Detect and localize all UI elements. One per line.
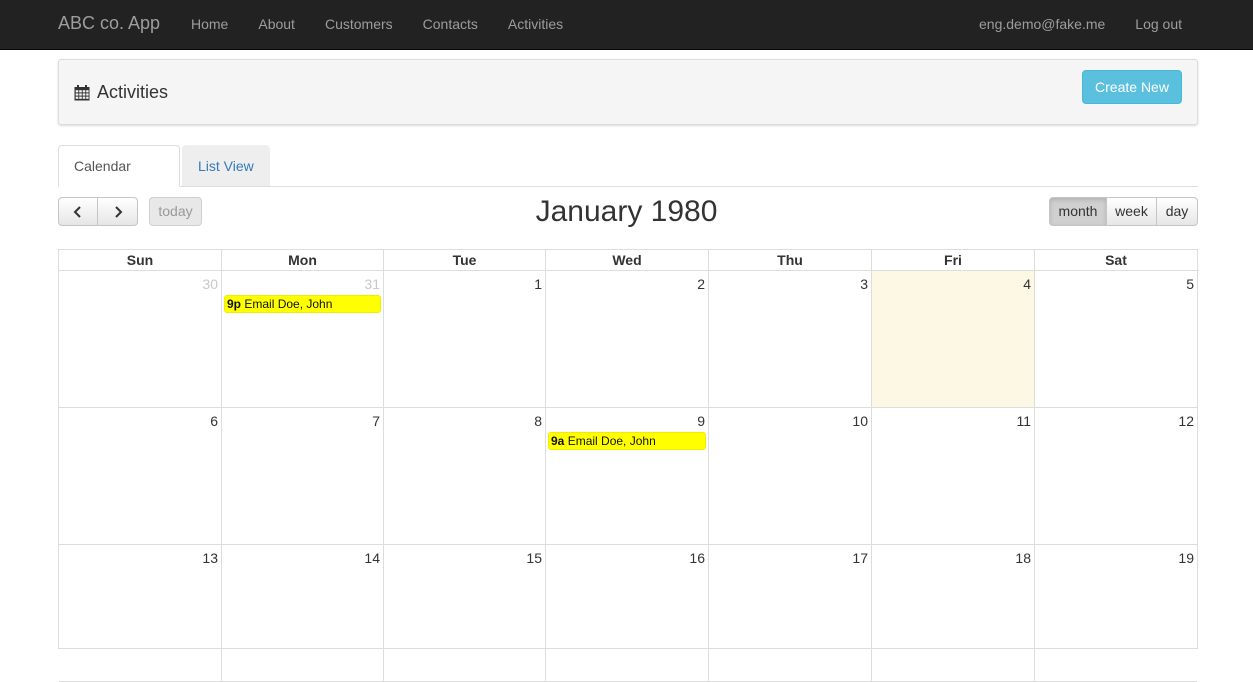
day-number: 14: [364, 550, 380, 566]
day-cell[interactable]: 19: [1035, 545, 1197, 682]
day-number: 17: [852, 550, 868, 566]
month-view-button[interactable]: month: [1049, 197, 1107, 226]
day-number: 19: [1178, 550, 1194, 566]
day-cell[interactable]: 9 9a Email Doe, John: [546, 408, 709, 545]
user-nav: eng.demo@fake.me Log out: [964, 0, 1197, 50]
day-number: 8: [534, 413, 542, 429]
day-cell[interactable]: 15: [384, 545, 546, 682]
day-cell[interactable]: 7: [222, 408, 384, 545]
create-new-button[interactable]: Create New: [1082, 70, 1182, 104]
brand-link[interactable]: ABC co. App: [58, 13, 160, 34]
day-number: 3: [860, 276, 868, 292]
day-number: 1: [534, 276, 542, 292]
day-number: 12: [1178, 413, 1194, 429]
nav-activities[interactable]: Activities: [493, 0, 578, 50]
nav-contacts[interactable]: Contacts: [408, 0, 493, 50]
weekday-fri: Fri: [872, 250, 1035, 270]
event-time: 9a: [551, 434, 565, 448]
day-number: 2: [697, 276, 705, 292]
calendar-grid: Sun Mon Tue Wed Thu Fri Sat 30 31 9p Email Doe, …: [58, 249, 1199, 682]
day-cell[interactable]: 12: [1035, 408, 1197, 545]
day-view-button[interactable]: day: [1156, 197, 1198, 226]
day-number: 13: [202, 550, 218, 566]
weekday-wed: Wed: [546, 250, 709, 270]
weekday-tue: Tue: [384, 250, 546, 270]
nav-about[interactable]: About: [243, 0, 310, 50]
day-number: 15: [526, 550, 542, 566]
nav-home[interactable]: Home: [176, 0, 243, 50]
weekday-thu: Thu: [709, 250, 872, 270]
event-title: Email Doe, John: [567, 434, 656, 448]
day-cell[interactable]: 14: [222, 545, 384, 682]
view-tabs: Calendar View List View: [58, 145, 1198, 214]
day-number: 7: [372, 413, 380, 429]
day-cell[interactable]: 11: [872, 408, 1035, 545]
weekday-sun: Sun: [59, 250, 222, 270]
page-title: Activities: [74, 82, 168, 103]
event-title: Email Doe, John: [244, 297, 333, 311]
day-number: 10: [852, 413, 868, 429]
day-number: 6: [210, 413, 218, 429]
weekday-mon: Mon: [222, 250, 384, 270]
day-cell[interactable]: 30: [59, 271, 222, 408]
weekday-header: Sun Mon Tue Wed Thu Fri Sat: [59, 250, 1199, 271]
day-number: 9: [697, 413, 705, 429]
day-number: 31: [364, 276, 380, 292]
nav-customers[interactable]: Customers: [310, 0, 408, 50]
day-cell[interactable]: 17: [709, 545, 872, 682]
day-cell[interactable]: 6: [59, 408, 222, 545]
day-number: 5: [1186, 276, 1194, 292]
tab-list-view[interactable]: List View: [182, 145, 270, 186]
day-cell[interactable]: 18: [872, 545, 1035, 682]
day-number: 18: [1015, 550, 1031, 566]
day-number: 30: [202, 276, 218, 292]
top-navbar: ABC co. App Home About Customers Contact…: [0, 0, 1253, 50]
day-cell[interactable]: 16: [546, 545, 709, 682]
day-number: 16: [689, 550, 705, 566]
page-title-text: Activities: [97, 82, 169, 102]
day-number: 11: [1016, 413, 1031, 429]
calendar-event[interactable]: 9p Email Doe, John: [224, 295, 381, 313]
logout-link[interactable]: Log out: [1120, 0, 1197, 50]
day-cell[interactable]: 4: [872, 271, 1035, 408]
day-cell[interactable]: 5: [1035, 271, 1197, 408]
event-time: 9p: [227, 297, 242, 311]
day-cell[interactable]: 8: [384, 408, 546, 545]
calendar-icon: [74, 84, 90, 100]
day-cell[interactable]: 31 9p Email Doe, John: [222, 271, 384, 408]
tab-calendar-view[interactable]: Calendar View: [58, 145, 180, 214]
main-nav: Home About Customers Contacts Activities: [176, 0, 578, 50]
user-email-link[interactable]: eng.demo@fake.me: [964, 0, 1120, 50]
week-view-button[interactable]: week: [1106, 197, 1157, 226]
weekday-sat: Sat: [1105, 252, 1127, 268]
calendar-event[interactable]: 9a Email Doe, John: [548, 432, 706, 450]
page-header-panel: Activities Create New: [58, 59, 1198, 125]
day-number: 4: [1023, 276, 1031, 292]
day-cell[interactable]: 1: [384, 271, 546, 408]
day-cell[interactable]: 13: [59, 545, 222, 682]
day-cell[interactable]: 10: [709, 408, 872, 545]
day-cell[interactable]: 2: [546, 271, 709, 408]
day-cell[interactable]: 3: [709, 271, 872, 408]
